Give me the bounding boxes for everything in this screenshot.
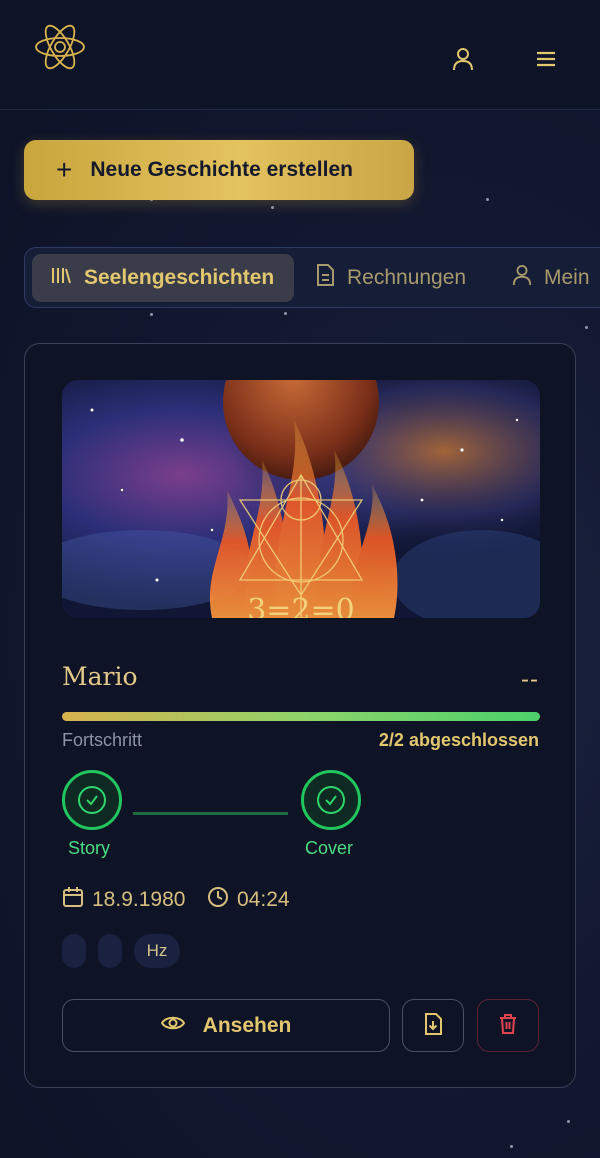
cover-text: 3=2=0	[247, 593, 355, 618]
tab-label: Rechnungen	[347, 266, 467, 289]
cosmic-flame-planet-image[interactable]: 3=2=0	[62, 380, 540, 618]
top-header	[0, 0, 600, 110]
star	[510, 1145, 513, 1148]
download-button[interactable]	[402, 999, 464, 1052]
progress-count: 2/2 abgeschlossen	[378, 730, 539, 750]
story-name: Mario	[62, 662, 138, 691]
step-story-label: Story	[68, 838, 111, 858]
step-cover-label: Cover	[305, 838, 354, 858]
document-icon	[315, 263, 335, 293]
tab-seelengeschichten[interactable]: Seelengeschichten	[32, 254, 294, 302]
trash-icon	[498, 1013, 518, 1038]
user-icon	[452, 47, 474, 76]
user-profile-button[interactable]	[448, 46, 478, 76]
frequency-chip: Hz	[134, 934, 180, 968]
user-icon	[512, 264, 532, 292]
plus-icon: +	[56, 154, 73, 185]
step-connector	[133, 812, 288, 815]
birth-time: 04:24	[207, 886, 290, 914]
date-value: 18.9.1980	[92, 888, 186, 911]
tag-chip	[98, 934, 122, 968]
star	[150, 313, 153, 316]
star	[284, 312, 287, 315]
hamburger-menu-icon	[535, 50, 557, 73]
progress-fill	[62, 712, 540, 721]
menu-button[interactable]	[531, 46, 561, 76]
atom-logo-icon[interactable]	[32, 20, 88, 74]
star	[271, 206, 274, 209]
delete-button[interactable]	[477, 999, 539, 1052]
check-icon	[317, 786, 345, 814]
new-story-label: Neue Geschichte erstellen	[90, 158, 353, 181]
tab-mein[interactable]: Mein	[512, 254, 590, 302]
step-story-circle	[62, 770, 122, 830]
tab-rechnungen[interactable]: Rechnungen	[315, 254, 466, 302]
eye-icon	[160, 1014, 185, 1038]
tab-bar: Seelengeschichten Rechnungen Mein	[24, 247, 600, 308]
view-button[interactable]: Ansehen	[62, 999, 390, 1052]
calendar-icon	[62, 886, 84, 914]
star	[585, 326, 588, 329]
new-story-button[interactable]: + Neue Geschichte erstellen	[24, 140, 414, 200]
check-icon	[78, 786, 106, 814]
star	[567, 1120, 570, 1123]
tab-label: Seelengeschichten	[84, 266, 275, 289]
birth-date: 18.9.1980	[62, 886, 185, 914]
star	[486, 198, 489, 201]
progress-bar	[62, 712, 540, 721]
clock-icon	[207, 886, 229, 914]
tag-chip	[62, 934, 86, 968]
story-card: 3=2=0 Mario -- Fortschritt 2/2 abgeschlo…	[24, 343, 576, 1088]
time-value: 04:24	[237, 888, 290, 911]
library-icon	[50, 265, 72, 291]
progress-label: Fortschritt	[62, 730, 143, 750]
step-cover-circle	[301, 770, 361, 830]
tab-label: Mein	[544, 266, 590, 289]
view-label: Ansehen	[202, 1013, 292, 1037]
story-status: --	[521, 666, 539, 693]
file-download-icon	[423, 1012, 443, 1039]
